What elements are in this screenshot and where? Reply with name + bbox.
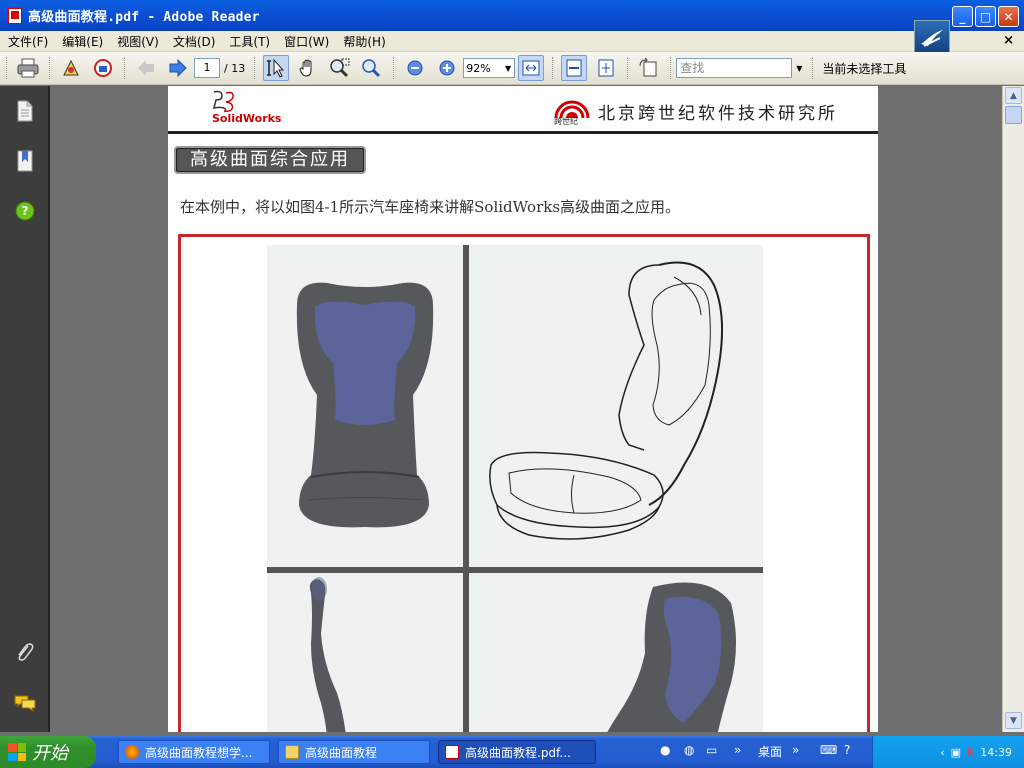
dynamic-zoom-icon[interactable]: [359, 55, 385, 81]
menu-tools[interactable]: 工具(T): [221, 33, 276, 50]
help-icon[interactable]: ?: [14, 200, 36, 222]
comments-icon[interactable]: [14, 692, 36, 714]
select-text-tool-icon[interactable]: [263, 55, 290, 81]
seat-wireframe-view: [469, 245, 763, 567]
figure-divider-horizontal: [267, 567, 763, 573]
seat-iso-view: [469, 573, 763, 732]
institute-logo-text: 跨世纪: [554, 117, 578, 126]
keyboard-icon[interactable]: ⌨: [820, 743, 837, 757]
institute-header: 跨世纪 北京跨世纪软件技术研究所: [552, 96, 838, 126]
clock: 14:39: [980, 745, 1012, 759]
tool-status-label: 当前未选择工具: [822, 61, 907, 76]
intro-paragraph: 在本例中，将以如图4-1所示汽车座椅来讲解SolidWorks高级曲面之应用。: [180, 198, 681, 216]
quicklaunch-globe-icon[interactable]: ◍: [684, 743, 694, 757]
menu-view[interactable]: 视图(V): [109, 33, 165, 50]
fit-page-icon[interactable]: [593, 55, 619, 81]
page-number-input[interactable]: 1: [194, 58, 220, 78]
page-total-label: / 13: [224, 61, 246, 75]
rotate-view-icon[interactable]: [636, 55, 662, 81]
seat-side-view: [267, 573, 463, 732]
zoom-out-icon[interactable]: [402, 55, 428, 81]
scroll-thumb[interactable]: [1005, 106, 1022, 124]
seat-front-view: [267, 245, 463, 567]
windows-logo-icon: [8, 743, 26, 761]
document-view[interactable]: SolidWorks 跨世纪 北京跨世纪软件技术研究所 高级曲面综合应用 在本例…: [52, 86, 1002, 732]
quicklaunch-folder-icon[interactable]: ▭: [706, 743, 717, 757]
document-close-button[interactable]: ×: [1003, 33, 1014, 48]
zoom-level-value: 92%: [466, 61, 491, 75]
previous-page-icon[interactable]: [133, 55, 159, 81]
pages-icon[interactable]: [14, 100, 36, 122]
desktop-toolbar-label[interactable]: 桌面: [758, 743, 782, 760]
folder-icon: [285, 745, 299, 759]
tray-network-icon[interactable]: ▣: [951, 746, 961, 759]
pdf-page: SolidWorks 跨世纪 北京跨世纪软件技术研究所 高级曲面综合应用 在本例…: [168, 86, 878, 732]
system-tray: ‹ ▣ K 14:39: [872, 736, 1024, 768]
institute-name: 北京跨世纪软件技术研究所: [598, 103, 838, 124]
zoom-in-icon[interactable]: [434, 55, 460, 81]
taskbar: 开始 高级曲面教程想学... 高级曲面教程 高级曲面教程.pdf... ● ◍ …: [0, 736, 1024, 768]
taskbar-item-label: 高级曲面教程想学...: [145, 745, 253, 760]
menu-edit[interactable]: 编辑(E): [54, 33, 109, 50]
secure-icon[interactable]: [90, 55, 116, 81]
pdf-icon: [445, 745, 459, 759]
bookmarks-icon[interactable]: [14, 150, 36, 172]
toolbar: 1 / 13 92% ▼ 查找 ▼ 当前未选择工具: [0, 52, 1024, 85]
figure-divider-vertical: [463, 245, 469, 732]
menu-window[interactable]: 窗口(W): [276, 33, 335, 50]
figure-frame: [178, 234, 870, 732]
attachments-icon[interactable]: [14, 642, 36, 664]
menu-help[interactable]: 帮助(H): [335, 33, 391, 50]
taskbar-item-folder[interactable]: 高级曲面教程: [278, 740, 430, 764]
menu-document[interactable]: 文档(D): [165, 33, 222, 50]
institute-logo-icon: 跨世纪: [552, 96, 592, 126]
tray-antivirus-icon[interactable]: K: [967, 746, 974, 759]
solidworks-brand: SolidWorks: [212, 112, 282, 125]
vertical-scrollbar[interactable]: ▲ ▼: [1002, 86, 1024, 732]
section-title: 高级曲面综合应用: [174, 146, 366, 174]
single-page-icon[interactable]: [561, 55, 588, 81]
start-label: 开始: [32, 743, 68, 764]
document-status-icon[interactable]: [58, 55, 84, 81]
chevron-down-icon: ▼: [505, 63, 512, 73]
navigation-panel: ?: [0, 86, 50, 732]
menu-bar: 文件(F) 编辑(E) 视图(V) 文档(D) 工具(T) 窗口(W) 帮助(H…: [0, 31, 1024, 52]
tray-expand-icon[interactable]: ‹: [940, 746, 944, 759]
taskbar-item-label: 高级曲面教程.pdf...: [465, 745, 571, 760]
marquee-zoom-icon[interactable]: [327, 55, 353, 81]
adobe-reader-icon: [8, 7, 22, 24]
print-icon[interactable]: [15, 55, 41, 81]
firefox-icon: [125, 745, 139, 759]
taskbar-item-label: 高级曲面教程: [305, 745, 378, 760]
title-bar: 高级曲面教程.pdf - Adobe Reader _ □ ✕: [0, 0, 1024, 31]
start-button[interactable]: 开始: [0, 736, 96, 768]
desktop-chevron-icon[interactable]: »: [792, 743, 799, 757]
next-page-icon[interactable]: [165, 55, 191, 81]
close-button[interactable]: ✕: [998, 6, 1019, 27]
quicklaunch-firefox-icon[interactable]: ●: [660, 743, 670, 757]
window-title: 高级曲面教程.pdf - Adobe Reader: [28, 10, 260, 25]
taskbar-item-reader[interactable]: 高级曲面教程.pdf...: [438, 740, 596, 764]
quicklaunch-chevron-icon[interactable]: »: [734, 743, 741, 757]
scroll-down-icon[interactable]: ▼: [1005, 712, 1022, 729]
taskbar-item-browser[interactable]: 高级曲面教程想学...: [118, 740, 270, 764]
svg-text:?: ?: [22, 204, 29, 218]
menu-file[interactable]: 文件(F): [0, 33, 54, 50]
zoom-level-select[interactable]: 92% ▼: [463, 58, 516, 78]
minimize-button[interactable]: _: [952, 6, 973, 27]
scroll-up-icon[interactable]: ▲: [1005, 87, 1022, 104]
fit-width-icon[interactable]: [518, 55, 545, 81]
adobe-logo-icon: [914, 20, 950, 55]
page-header: SolidWorks 跨世纪 北京跨世纪软件技术研究所: [168, 86, 878, 134]
hand-tool-icon[interactable]: [295, 55, 321, 81]
maximize-button[interactable]: □: [975, 6, 996, 27]
language-help-icon[interactable]: ?: [844, 743, 850, 757]
find-input[interactable]: 查找: [676, 58, 793, 78]
find-dropdown-icon[interactable]: ▼: [796, 64, 802, 73]
